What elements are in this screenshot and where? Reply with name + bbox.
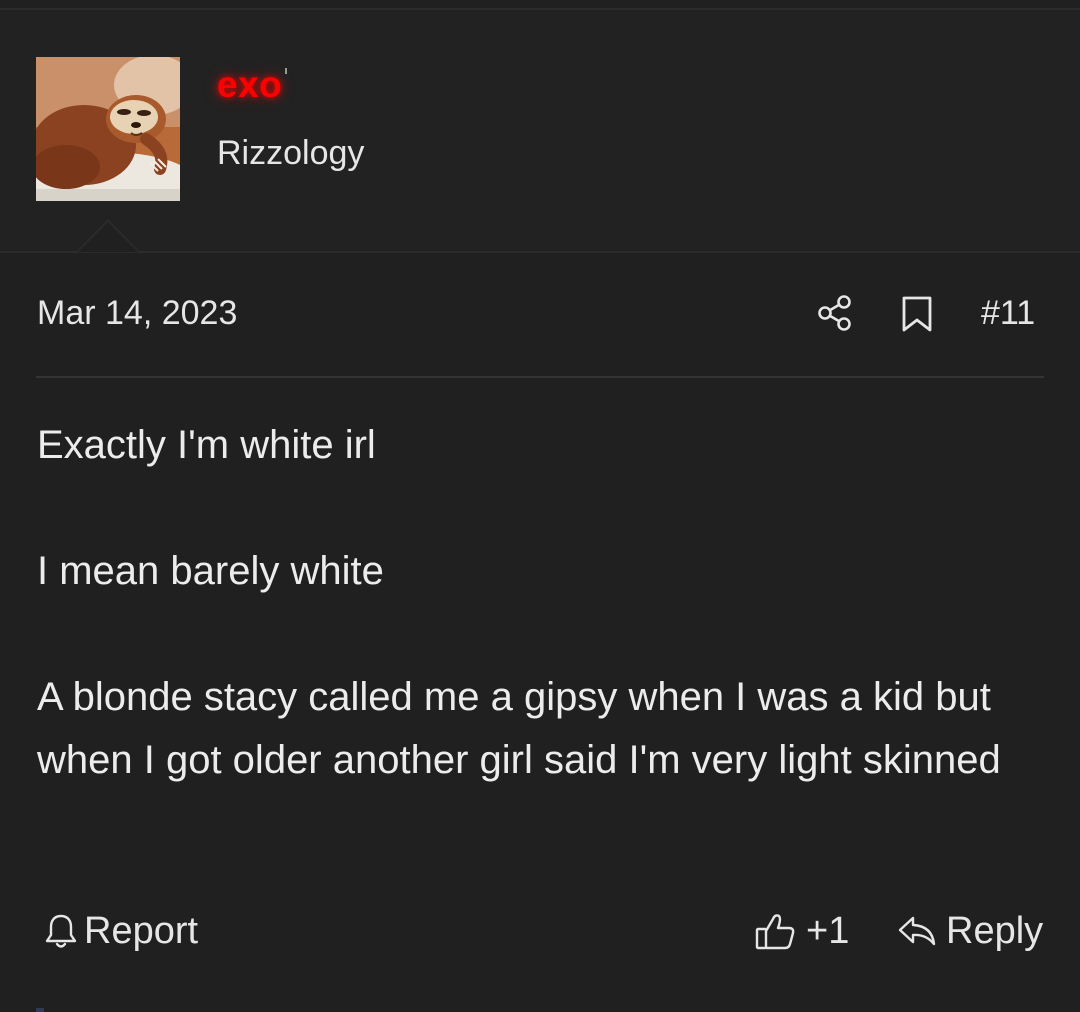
report-button[interactable]: Report [44, 908, 198, 954]
message-user-header: exo Rizzology [0, 10, 1080, 253]
post-paragraph: Exactly I'm white irl [37, 423, 376, 467]
post-body: Exactly I'm white irl I mean barely whit… [37, 414, 1047, 792]
user-title: Rizzology [217, 134, 365, 172]
post-date[interactable]: Mar 14, 2023 [37, 296, 237, 330]
bookmark-icon [902, 296, 932, 332]
reply-button[interactable]: Reply [896, 908, 1043, 954]
sloth-avatar-icon [36, 57, 180, 201]
bottom-edge-mark [36, 1008, 44, 1012]
bookmark-button[interactable] [900, 295, 934, 333]
username-marker [285, 68, 287, 74]
post-paragraph: I mean barely white [37, 549, 384, 593]
share-icon [818, 295, 851, 331]
reaction-count: +1 [806, 909, 850, 952]
username[interactable]: exo [217, 66, 282, 103]
thumbs-up-icon [755, 914, 795, 950]
post-divider [36, 376, 1044, 378]
user-avatar[interactable] [36, 57, 180, 201]
bell-icon [45, 914, 77, 948]
post-number-link[interactable]: #11 [981, 296, 1035, 330]
reply-arrow-icon [898, 916, 936, 946]
report-label: Report [84, 909, 199, 952]
header-pointer [76, 219, 140, 252]
post-paragraph: A blonde stacy called me a gipsy when I … [37, 675, 1001, 782]
share-button[interactable] [816, 294, 854, 332]
reply-label: Reply [946, 909, 1044, 952]
reaction-button[interactable]: +1 [754, 908, 849, 954]
